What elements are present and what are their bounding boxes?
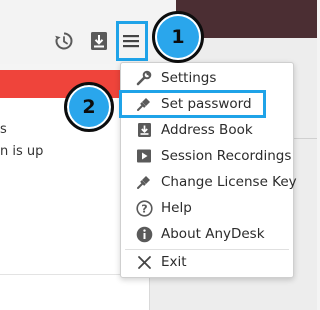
- menu-item-label: Exit: [161, 254, 187, 270]
- menu-item-settings[interactable]: Settings: [121, 67, 293, 89]
- menu-item-about[interactable]: About AnyDesk: [121, 223, 293, 245]
- menu-button-highlight: [116, 21, 148, 61]
- toolbar: [0, 0, 176, 64]
- address-book-icon: [135, 121, 153, 139]
- set-password-highlight: [119, 90, 266, 118]
- menu-item-label: Address Book: [161, 122, 253, 138]
- menu-item-change-license-key[interactable]: Change License Key: [121, 171, 297, 193]
- close-icon: [135, 253, 153, 271]
- callout-number-1: 1: [152, 11, 204, 63]
- play-recording-icon: [135, 147, 153, 165]
- menu-item-label: Help: [161, 200, 192, 216]
- history-icon[interactable]: [53, 30, 75, 52]
- info-text-line: n is up: [0, 144, 44, 159]
- menu-item-session-recordings[interactable]: Session Recordings: [121, 145, 293, 167]
- menu-item-label: About AnyDesk: [161, 226, 265, 242]
- menu-item-label: Session Recordings: [161, 148, 292, 164]
- svg-text:?: ?: [141, 202, 147, 215]
- info-text-line: s: [0, 122, 7, 137]
- menu-item-exit[interactable]: Exit: [121, 251, 293, 273]
- callout-number-2: 2: [64, 82, 114, 132]
- menu-item-help[interactable]: ? Help: [121, 197, 293, 219]
- menu-item-address-book[interactable]: Address Book: [121, 119, 293, 141]
- help-icon: ?: [135, 199, 153, 217]
- menu-separator: [125, 249, 289, 250]
- pin-icon: [135, 173, 153, 191]
- menu-item-label: Change License Key: [161, 174, 297, 190]
- wrench-icon: [135, 69, 153, 87]
- info-icon: [135, 225, 153, 243]
- install-icon[interactable]: [88, 30, 110, 52]
- menu-item-label: Settings: [161, 70, 217, 86]
